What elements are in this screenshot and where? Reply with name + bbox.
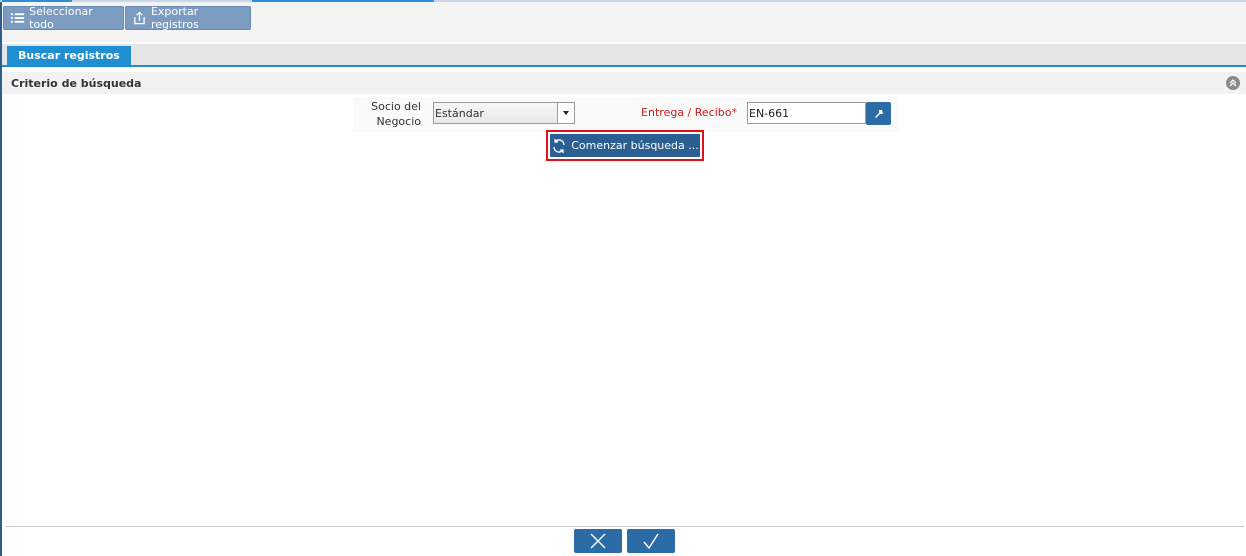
start-search-button-face: Comenzar búsqueda ... (550, 134, 700, 157)
check-icon (643, 533, 659, 550)
delivery-receipt-input[interactable] (747, 102, 866, 124)
section-title: Criterio de búsqueda (11, 76, 142, 90)
ok-button[interactable] (627, 529, 675, 553)
delivery-receipt-label-text: Entrega / Recibo (641, 106, 732, 119)
toolbar: Seleccionar todo Exportar registros (2, 2, 1246, 42)
search-criteria-form: Socio del Negocio Estándar Entrega / Rec… (353, 97, 899, 132)
caret-down-icon (563, 111, 569, 115)
business-partner-label: Socio del Negocio (371, 100, 421, 128)
export-icon (134, 11, 145, 25)
export-records-button[interactable]: Exportar registros (125, 5, 251, 31)
lookup-arrow-icon (874, 109, 883, 118)
delivery-receipt-label: Entrega / Recibo* (613, 106, 737, 119)
collapse-button[interactable] (1226, 76, 1240, 90)
export-records-label: Exportar registros (150, 5, 199, 31)
tab-bar: Buscar registros (2, 44, 1246, 67)
select-all-label: Seleccionar todo (29, 5, 93, 31)
lookup-button[interactable] (866, 102, 891, 125)
select-all-button[interactable]: Seleccionar todo (3, 5, 124, 31)
close-icon (590, 533, 606, 549)
start-search-label: Comenzar búsqueda ... (571, 139, 699, 152)
cancel-button[interactable] (574, 529, 622, 553)
list-icon (10, 13, 25, 23)
start-search-button[interactable]: Comenzar búsqueda ... (546, 130, 704, 161)
search-criteria-header: Criterio de búsqueda (2, 72, 1246, 94)
tab-search-records[interactable]: Buscar registros (7, 46, 131, 65)
refresh-icon (553, 138, 565, 153)
business-partner-value: Estándar (435, 107, 484, 120)
required-mark: * (731, 106, 738, 119)
business-partner-select[interactable]: Estándar (433, 102, 575, 124)
double-chevron-up-icon (1229, 79, 1237, 87)
dropdown-toggle[interactable] (557, 103, 574, 123)
footer-divider (6, 526, 1244, 527)
